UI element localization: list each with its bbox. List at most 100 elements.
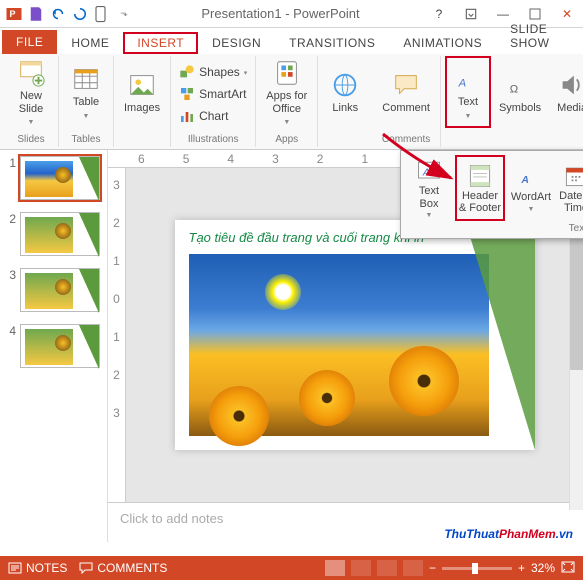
ruler-mark: 1 bbox=[361, 152, 368, 166]
group-images: Images bbox=[114, 56, 171, 147]
dropdown-icon: ▼ bbox=[426, 212, 433, 219]
thumbnail-preview bbox=[25, 273, 73, 309]
zoom-out-button[interactable]: − bbox=[429, 561, 436, 575]
chart-icon bbox=[179, 108, 195, 124]
thumbnail-panel: 1 2 3 4 bbox=[0, 150, 108, 542]
date-icon bbox=[562, 162, 583, 190]
wordart-button[interactable]: A WordArt ▼ bbox=[507, 155, 555, 221]
slideshow-view-button[interactable] bbox=[403, 560, 423, 576]
wordart-icon: A bbox=[517, 163, 545, 191]
text-label: Text bbox=[458, 96, 478, 108]
tab-file[interactable]: FILE bbox=[2, 30, 57, 54]
undo-icon bbox=[49, 5, 67, 23]
shapes-button[interactable]: Shapes▾ bbox=[175, 61, 251, 83]
ruler-mark: 1 bbox=[113, 330, 120, 344]
dropdown-icon: ▼ bbox=[83, 113, 90, 120]
tab-slideshow[interactable]: SLIDE SHOW bbox=[496, 18, 583, 54]
dropdown-icon: ▼ bbox=[283, 119, 290, 126]
dropdown-icon: ⬎ bbox=[120, 8, 128, 19]
chart-button[interactable]: Chart bbox=[175, 105, 251, 127]
chart-label: Chart bbox=[199, 109, 228, 123]
thumbnail-4[interactable] bbox=[20, 324, 100, 368]
ruler-mark: 6 bbox=[138, 152, 145, 166]
media-button[interactable]: Media bbox=[549, 56, 583, 128]
tab-animations[interactable]: ANIMATIONS bbox=[389, 32, 496, 54]
fit-to-window-button[interactable] bbox=[561, 561, 575, 576]
smartart-button[interactable]: SmartArt bbox=[175, 83, 251, 105]
images-button[interactable]: Images bbox=[118, 56, 166, 128]
ruler-mark: 2 bbox=[317, 152, 324, 166]
app-icon[interactable]: P bbox=[4, 4, 24, 24]
thumbnail-number: 4 bbox=[4, 324, 16, 368]
notes-toggle[interactable]: NOTES bbox=[8, 561, 67, 575]
touch-mode-button[interactable] bbox=[92, 4, 112, 24]
zoom-level[interactable]: 32% bbox=[531, 561, 555, 575]
shapes-label: Shapes bbox=[199, 65, 240, 79]
annotation-arrow bbox=[375, 130, 465, 200]
group-label-illustrations: Illustrations bbox=[188, 132, 239, 147]
thumbnail-item: 3 bbox=[4, 268, 103, 312]
qat-customize[interactable]: ⬎ bbox=[114, 4, 134, 24]
ruler-mark: 1 bbox=[113, 254, 120, 268]
apps-button[interactable]: Apps for Office ▼ bbox=[260, 56, 313, 128]
sunflower-graphic bbox=[209, 386, 269, 446]
thumbnail-decoration bbox=[79, 157, 99, 201]
dropdown-icon: ▼ bbox=[464, 113, 471, 120]
table-button[interactable]: Table ▼ bbox=[63, 56, 109, 128]
vertical-ruler[interactable]: 3210123 bbox=[108, 168, 126, 502]
help-button[interactable]: ? bbox=[427, 4, 451, 24]
text-button[interactable]: A Text ▼ bbox=[445, 56, 491, 128]
thumbnail-preview bbox=[25, 217, 73, 253]
symbols-button[interactable]: Ω Symbols bbox=[493, 56, 547, 128]
touch-icon bbox=[93, 5, 111, 23]
tab-insert[interactable]: INSERT bbox=[123, 32, 198, 54]
header-footer-icon bbox=[466, 162, 494, 190]
ruler-mark: 2 bbox=[113, 216, 120, 230]
media-label: Media bbox=[557, 102, 583, 114]
thumbnail-item: 1 bbox=[4, 156, 103, 200]
thumbnail-number: 3 bbox=[4, 268, 16, 312]
ribbon-tabs: FILE HOME INSERT DESIGN TRANSITIONS ANIM… bbox=[0, 28, 583, 54]
notes-icon bbox=[8, 562, 22, 574]
omega-icon: Ω bbox=[505, 70, 535, 100]
tab-transitions[interactable]: TRANSITIONS bbox=[275, 32, 389, 54]
ruler-mark: 0 bbox=[113, 292, 120, 306]
date-time-label: Date & Time bbox=[559, 190, 583, 214]
comments-toggle[interactable]: COMMENTS bbox=[79, 561, 167, 575]
thumbnail-1[interactable] bbox=[20, 156, 100, 200]
slide[interactable]: Tạo tiêu đề đầu trang và cuối trang khi … bbox=[175, 220, 535, 450]
slide-title-text[interactable]: Tạo tiêu đề đầu trang và cuối trang khi … bbox=[189, 230, 425, 245]
sorter-view-button[interactable] bbox=[351, 560, 371, 576]
smartart-icon bbox=[179, 86, 195, 102]
apps-label: Apps for Office bbox=[266, 90, 307, 114]
reading-view-button[interactable] bbox=[377, 560, 397, 576]
links-button[interactable]: Links bbox=[322, 56, 368, 128]
thumbnail-3[interactable] bbox=[20, 268, 100, 312]
date-time-button[interactable]: Date & Time bbox=[557, 155, 583, 221]
thumbnail-number: 2 bbox=[4, 212, 16, 256]
comment-icon bbox=[391, 70, 421, 100]
svg-text:A: A bbox=[520, 175, 529, 187]
zoom-slider[interactable] bbox=[442, 567, 512, 570]
status-bar: NOTES COMMENTS − + 32% bbox=[0, 556, 583, 580]
images-icon bbox=[127, 70, 157, 100]
new-slide-button[interactable]: New Slide ▼ bbox=[8, 56, 54, 128]
thumbnail-decoration bbox=[79, 213, 99, 257]
tab-home[interactable]: HOME bbox=[57, 32, 123, 54]
thumbnail-2[interactable] bbox=[20, 212, 100, 256]
group-illustrations: Shapes▾ SmartArt Chart Illustrations bbox=[171, 56, 256, 147]
new-slide-label: New Slide bbox=[19, 90, 43, 114]
thumbnail-preview bbox=[25, 329, 73, 365]
normal-view-button[interactable] bbox=[325, 560, 345, 576]
ribbon-options-button[interactable] bbox=[459, 4, 483, 24]
comment-button[interactable]: Comment bbox=[376, 56, 436, 128]
tab-design[interactable]: DESIGN bbox=[198, 32, 275, 54]
undo-button[interactable] bbox=[48, 4, 68, 24]
links-label: Links bbox=[332, 102, 358, 114]
thumbnail-item: 2 bbox=[4, 212, 103, 256]
thumbnail-decoration bbox=[79, 269, 99, 313]
slide-image[interactable] bbox=[189, 254, 489, 436]
redo-button[interactable] bbox=[70, 4, 90, 24]
zoom-in-button[interactable]: + bbox=[518, 561, 525, 575]
save-button[interactable] bbox=[26, 4, 46, 24]
